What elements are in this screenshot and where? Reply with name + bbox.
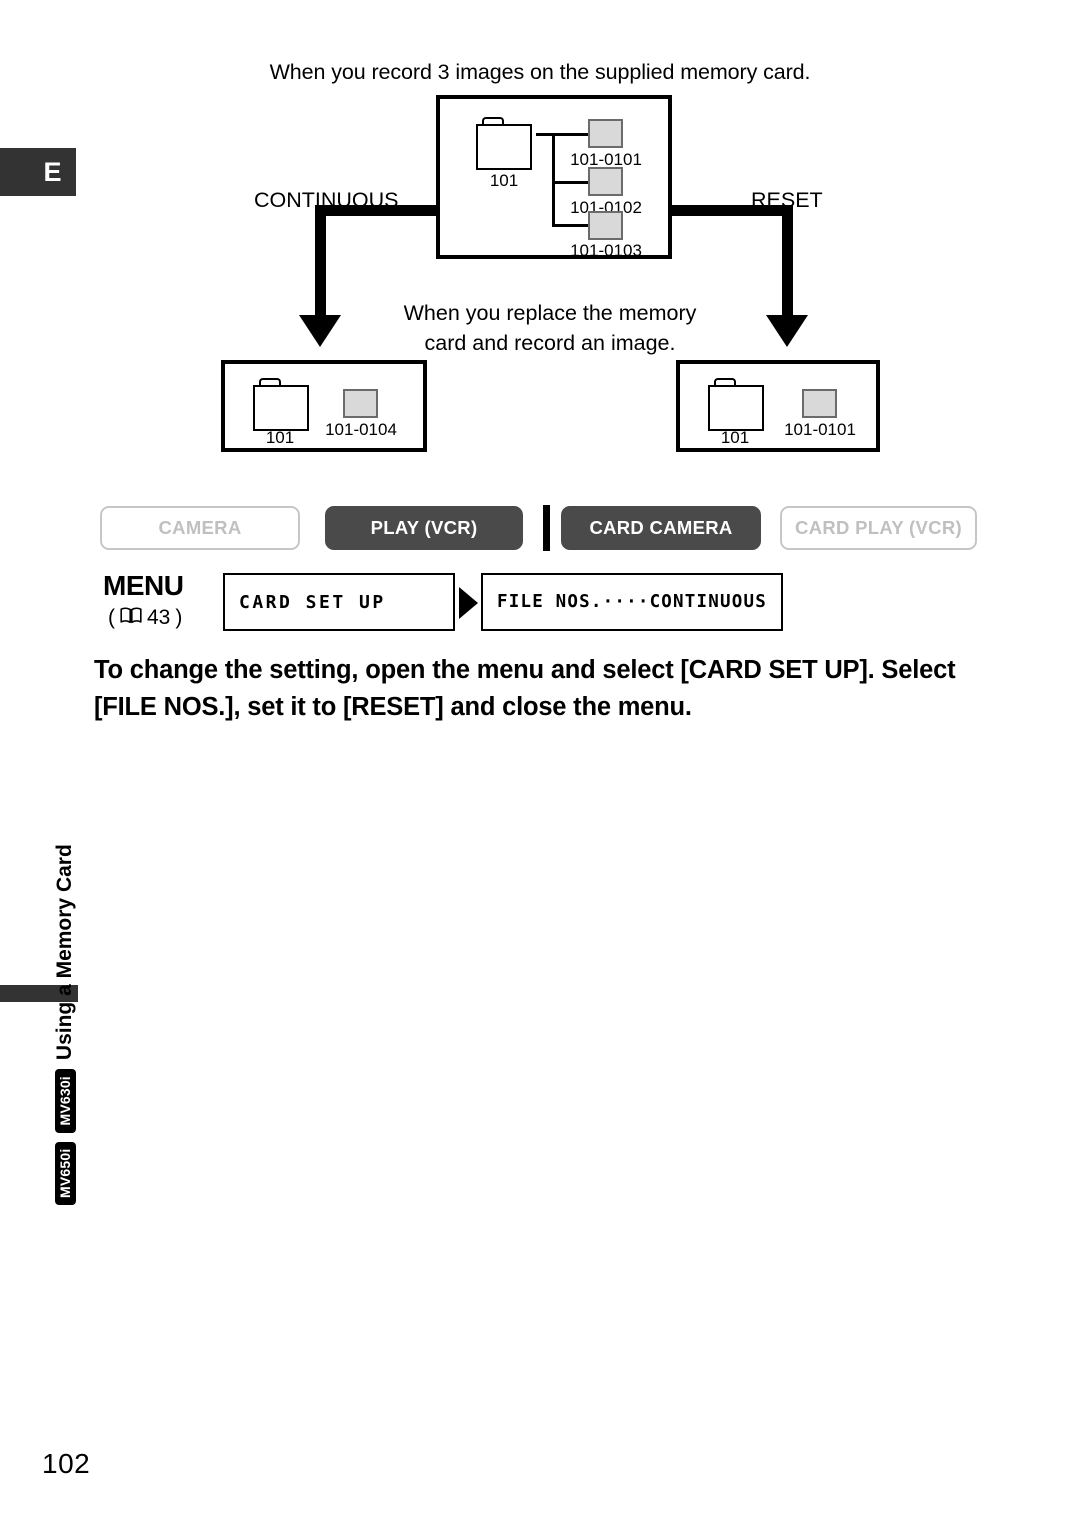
mode-pill-card-play-vcr[interactable]: CARD PLAY (VCR) (780, 506, 977, 550)
memory-card-box-reset: 101 101-0101 (676, 360, 880, 452)
menu-label: MENU (103, 570, 184, 601)
page-number: 102 (42, 1448, 91, 1479)
image-file-icon (588, 167, 623, 196)
folder-body (708, 385, 764, 431)
tree-branch-2 (552, 181, 588, 184)
mode-group-divider (543, 505, 550, 551)
file-numbering-diagram: CONTINUOUS RESET 101 101-0101 101-0102 1… (0, 0, 1080, 480)
connector-left-vertical (315, 205, 326, 317)
vertical-running-head: MV650i MV630i Using a Memory Card (25, 844, 105, 1205)
image-file-label: 101-0104 (325, 420, 397, 439)
memory-card-box-initial: 101 101-0101 101-0102 101-0103 (436, 95, 672, 260)
image-file-label: 101-0101 (784, 420, 856, 439)
instruction-text: To change the setting, open the menu and… (94, 656, 956, 721)
caption-middle-line2: card and record an image. (424, 331, 676, 355)
branch-label-reset: RESET (751, 188, 823, 212)
image-file-icon (588, 211, 623, 240)
paren-close: ) (175, 606, 183, 629)
play-arrow-icon (459, 587, 478, 619)
image-file-icon (802, 389, 837, 418)
camera-mode-indicator-row: CAMERA PLAY (VCR) CARD CAMERA CARD PLAY … (100, 505, 990, 551)
folder-body (476, 124, 532, 170)
folder-label: 101 (720, 428, 750, 447)
model-badge-mv650i: MV650i (54, 1141, 76, 1205)
image-file-icon (343, 389, 378, 418)
paren-open: ( (108, 606, 115, 629)
memory-card-box-continuous: 101 101-0104 (221, 360, 427, 452)
folder-label: 101 (489, 171, 519, 190)
folder-label: 101 (265, 428, 295, 447)
connector-right-vertical (782, 205, 793, 317)
menu-page-reference: ( 43 ) (108, 606, 182, 630)
image-file-label: 101-0103 (570, 241, 642, 260)
folder-icon (476, 117, 532, 170)
menu-reference-page-number: 43 (147, 606, 171, 629)
lcd-menu-item-file-nos[interactable]: FILE NOS.····CONTINUOUS (481, 573, 783, 631)
folder-body (253, 385, 309, 431)
folder-icon (253, 378, 309, 431)
caption-middle-line1: When you replace the memory (403, 301, 697, 325)
branch-label-continuous: CONTINUOUS (254, 188, 399, 212)
mode-pill-camera[interactable]: CAMERA (100, 506, 300, 550)
lcd-menu-item-card-set-up[interactable]: CARD SET UP (223, 573, 455, 631)
down-arrow-icon-left (299, 315, 341, 347)
image-file-icon (588, 119, 623, 148)
model-badge-mv630i: MV630i (54, 1069, 76, 1133)
mode-pill-play-vcr[interactable]: PLAY (VCR) (325, 506, 523, 550)
diagram-caption-middle: When you replace the memory card and rec… (380, 298, 720, 358)
menu-procedure-row: MENU ( 43 ) CARD SET UP FILE NOS.····CON… (0, 570, 1080, 640)
running-head-title: Using a Memory Card (53, 844, 76, 1061)
book-icon (120, 606, 142, 630)
mode-pill-card-camera[interactable]: CARD CAMERA (561, 506, 761, 550)
tree-branch-3 (552, 224, 588, 227)
tree-branch-1 (536, 133, 588, 136)
tree-stem (552, 133, 555, 227)
down-arrow-icon-right (766, 315, 808, 347)
folder-icon (708, 378, 764, 431)
